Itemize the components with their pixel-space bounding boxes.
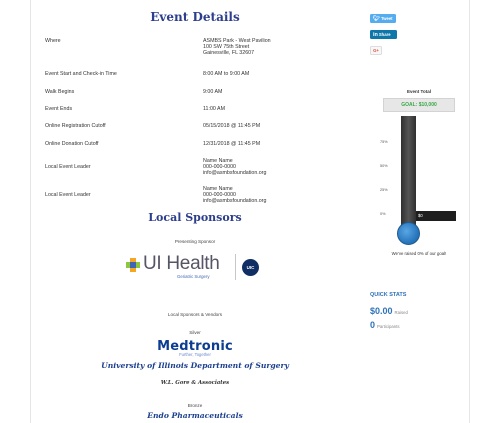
event-total-title: Event Total — [407, 89, 431, 94]
fundraising-thermometer: Event Total GOAL: $10,000 75% 50% 25% 0%… — [380, 80, 458, 265]
tick-75: 75% — [380, 140, 388, 144]
event-details-table: Where ASMBS Park - West Pavilion 100 SW … — [45, 0, 345, 423]
ui-health-subtitle: Geriatric Surgery — [177, 274, 210, 279]
logo-divider — [235, 254, 236, 280]
detail-label: Event Start and Check-in Time — [45, 71, 117, 77]
tweet-label: Tweet — [380, 16, 393, 21]
twitter-icon: 🐦︎ — [373, 16, 380, 22]
detail-value: ASMBS Park - West Pavilion 100 SW 75th S… — [203, 38, 271, 57]
raised-value: $0.00 — [370, 306, 393, 316]
tweet-button[interactable]: 🐦︎Tweet — [370, 14, 396, 23]
quick-stat-participants: 0 Participants — [370, 320, 399, 330]
presenting-sponsor-label: Presenting Sponsor — [174, 239, 216, 244]
detail-value: 8:00 AM to 9:00 AM — [203, 71, 250, 77]
bronze-tier-label: Bronze — [187, 403, 203, 408]
thermometer-tube — [401, 116, 416, 228]
detail-label: Online Donation Cutoff — [45, 141, 99, 147]
detail-value: Name Name 000-000-0000 info@asmbsfoundat… — [203, 158, 267, 177]
sponsor-wl-gore[interactable]: W.L. Gore & Associates — [45, 380, 345, 386]
tick-50: 50% — [380, 164, 388, 168]
detail-label: Event Ends — [45, 106, 73, 112]
raised-percent-text: We've raised 0% of our goal! — [391, 251, 447, 256]
quick-stats-title: QUICK STATS — [370, 292, 407, 298]
detail-label: Online Registration Cutoff — [45, 123, 106, 129]
google-plus-label: G+ — [373, 48, 379, 53]
tick-0: 0% — [380, 212, 386, 216]
detail-value: 9:00 AM — [203, 89, 223, 95]
detail-label: Local Event Leader — [45, 164, 91, 170]
medtronic-tagline: Further, Together — [179, 352, 211, 357]
detail-value: 11:00 AM — [203, 106, 225, 112]
ui-health-logo[interactable]: UI Health Geriatric Surgery UIC — [125, 250, 275, 286]
linkedin-share-button[interactable]: inShare — [370, 30, 397, 39]
silver-tier-label: Silver — [189, 330, 201, 335]
tick-25: 25% — [380, 188, 388, 192]
sponsor-endo[interactable]: Endo Pharmaceuticals — [45, 411, 345, 420]
ui-health-mark-icon — [126, 258, 140, 272]
sponsors-title: Local Sponsors — [148, 211, 242, 224]
thermometer-bulb — [397, 222, 420, 245]
detail-value: Name Name 000-000-0000 info@asmbsfoundat… — [203, 186, 267, 205]
current-amount-marker: $0 — [416, 211, 456, 221]
detail-label: Where — [45, 38, 61, 44]
uic-badge-icon: UIC — [242, 259, 259, 276]
google-plus-button[interactable]: G+ — [370, 46, 382, 55]
detail-label: Local Event Leader — [45, 192, 91, 198]
linkedin-icon: in — [373, 32, 378, 38]
sponsor-uic-surgery[interactable]: University of Illinois Department of Sur… — [45, 361, 345, 370]
current-amount-label: $0 — [418, 213, 423, 218]
linkedin-label: Share — [378, 32, 391, 37]
raised-label: Raised — [394, 310, 408, 315]
quick-stat-raised: $0.00 Raised — [370, 306, 408, 316]
sponsors-vendors-label: Local Sponsors & Vendors — [167, 312, 223, 317]
ui-health-name: UI Health — [143, 253, 220, 274]
detail-value: 12/31/2018 @ 11:45 PM — [203, 141, 261, 147]
detail-value: 05/15/2018 @ 11:45 PM — [203, 123, 261, 129]
detail-label: Walk Begins — [45, 89, 75, 95]
participants-label: Participants — [377, 324, 400, 329]
goal-box: GOAL: $10,000 — [383, 98, 455, 112]
participants-value: 0 — [370, 320, 376, 330]
